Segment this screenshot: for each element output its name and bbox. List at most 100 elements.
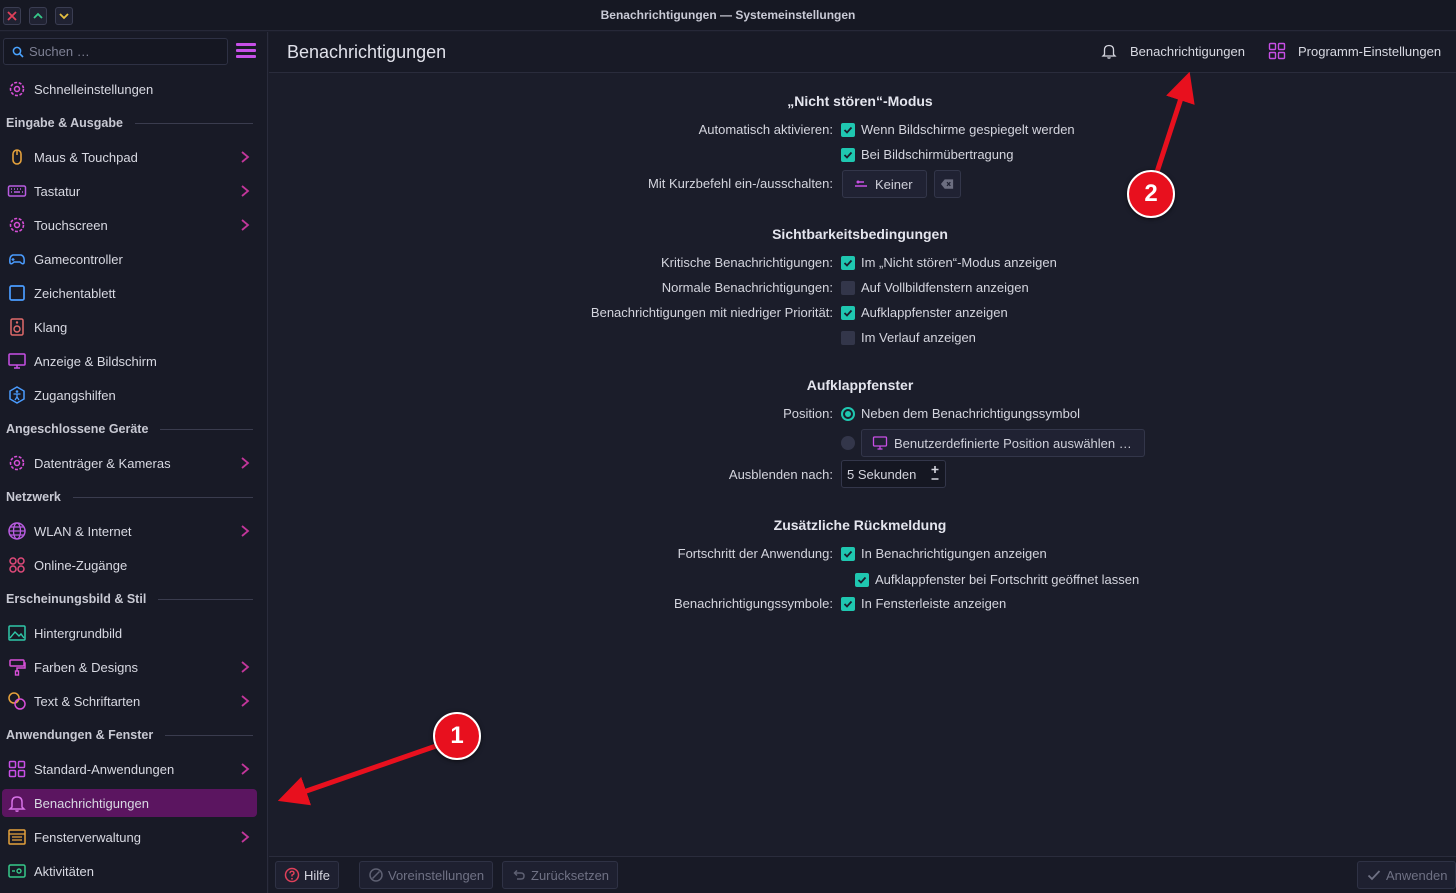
checkmark-icon	[1367, 870, 1381, 881]
radio-custom-position[interactable]	[841, 436, 861, 450]
checkmark-icon	[841, 147, 855, 162]
sidebar-item-sound[interactable]: Klang	[0, 310, 268, 344]
font-icon	[6, 690, 28, 712]
sidebar-item-gamecontroller[interactable]: Gamecontroller	[0, 242, 268, 276]
gear-icon	[6, 214, 28, 236]
sidebar-item-activities[interactable]: Aktivitäten	[0, 854, 268, 888]
section-title-visibility: Sichtbarkeitsbedingungen	[772, 226, 948, 242]
gamepad-icon	[6, 248, 28, 270]
notifications-header-button[interactable]: Benachrichtigungen	[1100, 42, 1245, 60]
undo-icon	[513, 869, 525, 880]
sidebar-item-mouse-touchpad[interactable]: Maus & Touchpad	[0, 140, 268, 174]
paint-icon	[6, 656, 28, 678]
monitor-icon	[872, 436, 888, 450]
section-header: Anwendungen & Fenster	[0, 718, 268, 752]
globe-icon	[6, 520, 28, 542]
section-header: Erscheinungsbild & Stil	[0, 582, 268, 616]
section-title-feedback: Zusätzliche Rückmeldung	[773, 517, 947, 533]
hide-after-spinbox[interactable]: 5 Sekunden	[841, 460, 946, 488]
sidebar-item-display[interactable]: Anzeige & Bildschirm	[0, 344, 268, 378]
checkbox-keep-popup-open[interactable]: Aufklappfenster bei Fortschritt geöffnet…	[855, 572, 1139, 587]
checkbox-normal-fullscreen[interactable]: Auf Vollbildfenstern anzeigen	[841, 280, 1029, 295]
sidebar-item-default-apps[interactable]: Standard-Anwendungen	[0, 752, 268, 786]
sidebar-item-drawing-tablet[interactable]: Zeichentablett	[0, 276, 268, 310]
section-header: Netzwerk	[0, 480, 268, 514]
radio-next-to-icon[interactable]: Neben dem Benachrichtigungssymbol	[841, 406, 1080, 421]
checkbox-screencast[interactable]: Bei Bildschirmübertragung	[841, 147, 1013, 162]
shortcut-button[interactable]: Keiner	[842, 170, 927, 198]
backspace-icon	[940, 179, 954, 189]
plus-minus-icon[interactable]	[929, 465, 941, 483]
label-critical: Kritische Benachrichtigungen:	[661, 255, 833, 270]
sidebar-item-online-accounts[interactable]: Online-Zugänge	[0, 548, 268, 582]
label-progress: Fortschritt der Anwendung:	[677, 546, 833, 561]
chevron-right-icon	[241, 831, 250, 843]
gear-icon	[6, 452, 28, 474]
checkbox-low-history[interactable]: Im Verlauf anzeigen	[841, 330, 976, 345]
title-bar: Benachrichtigungen — Systemeinstellungen	[0, 0, 1456, 31]
label-auto-activate: Automatisch aktivieren:	[698, 122, 833, 137]
label-normal: Normale Benachrichtigungen:	[661, 280, 833, 295]
bell-icon	[6, 792, 28, 814]
checkbox-mirrored[interactable]: Wenn Bildschirme gespiegelt werden	[841, 122, 1075, 137]
help-button[interactable]: Hilfe	[275, 861, 340, 889]
checkbox-progress-notifications[interactable]: In Benachrichtigungen anzeigen	[841, 546, 1047, 561]
defaults-button[interactable]: Voreinstellungen	[359, 861, 494, 889]
annotation-badge-1: 1	[433, 712, 481, 760]
activities-icon	[6, 860, 28, 882]
footer-bar: Hilfe Voreinstellungen Zurücksetzen Anwe…	[269, 856, 1456, 893]
chevron-right-icon	[241, 151, 250, 163]
chevron-right-icon	[241, 219, 250, 231]
custom-position-button[interactable]: Benutzerdefinierte Position auswählen …	[861, 429, 1145, 457]
hamburger-menu-button[interactable]	[236, 43, 256, 61]
sidebar-item-wallpaper[interactable]: Hintergrundbild	[0, 616, 268, 650]
sidebar-item-storage-cameras[interactable]: Datenträger & Kameras	[0, 446, 268, 480]
sidebar: Schnelleinstellungen Eingabe & Ausgabe M…	[0, 32, 268, 893]
checkbox-taskbar-badges[interactable]: In Fensterleiste anzeigen	[841, 596, 1006, 611]
monitor-icon	[6, 350, 28, 372]
checkmark-icon	[841, 596, 855, 611]
defaults-icon	[369, 868, 383, 882]
sidebar-item-text-fonts[interactable]: Text & Schriftarten	[0, 684, 268, 718]
chevron-right-icon	[241, 185, 250, 197]
search-box[interactable]	[3, 38, 228, 65]
sidebar-item-quick-settings[interactable]: Schnelleinstellungen	[0, 72, 268, 106]
accounts-icon	[6, 554, 28, 576]
label-low-priority: Benachrichtigungen mit niedriger Priorit…	[590, 305, 833, 320]
sidebar-item-colors-designs[interactable]: Farben & Designs	[0, 650, 268, 684]
page-header: Benachrichtigungen Benachrichtigungen Pr…	[269, 32, 1456, 73]
sidebar-item-notifications[interactable]: Benachrichtigungen	[2, 789, 257, 817]
section-title-dnd: „Nicht stören“-Modus	[787, 93, 933, 109]
sidebar-item-touchscreen[interactable]: Touchscreen	[0, 208, 268, 242]
sidebar-item-label: Schnelleinstellungen	[34, 81, 154, 97]
checkbox-critical-dnd[interactable]: Im „Nicht stören“-Modus anzeigen	[841, 255, 1057, 270]
search-icon	[12, 46, 24, 58]
bell-icon	[1101, 44, 1117, 59]
checkmark-icon	[841, 546, 855, 561]
gear-icon	[6, 78, 28, 100]
sidebar-item-keyboard[interactable]: Tastatur	[0, 174, 268, 208]
apply-button[interactable]: Anwenden	[1357, 861, 1456, 889]
checkmark-icon	[855, 572, 869, 587]
page-title: Benachrichtigungen	[287, 42, 447, 62]
sidebar-item-window-management[interactable]: Fensterverwaltung	[0, 820, 268, 854]
grid-icon	[6, 758, 28, 780]
checkmark-icon	[841, 255, 855, 270]
shortcut-icon	[855, 180, 867, 187]
clear-shortcut-button[interactable]	[934, 170, 961, 198]
window-icon	[6, 826, 28, 848]
sidebar-item-wlan-internet[interactable]: WLAN & Internet	[0, 514, 268, 548]
app-settings-header-button[interactable]: Programm-Einstellungen	[1268, 42, 1441, 60]
chevron-right-icon	[241, 763, 250, 775]
speaker-icon	[6, 316, 28, 338]
label-shortcut: Mit Kurzbefehl ein-/ausschalten:	[648, 176, 833, 191]
reset-button[interactable]: Zurücksetzen	[502, 861, 619, 889]
search-input[interactable]	[29, 44, 209, 59]
checkmark-icon	[841, 122, 855, 137]
label-badges: Benachrichtigungssymbole:	[674, 596, 833, 611]
label-position: Position:	[783, 406, 833, 421]
sidebar-item-accessibility[interactable]: Zugangshilfen	[0, 378, 268, 412]
section-header: Eingabe & Ausgabe	[0, 106, 268, 140]
sidebar-nav: Schnelleinstellungen Eingabe & Ausgabe M…	[0, 72, 268, 888]
checkbox-low-popup[interactable]: Aufklappfenster anzeigen	[841, 305, 1008, 320]
